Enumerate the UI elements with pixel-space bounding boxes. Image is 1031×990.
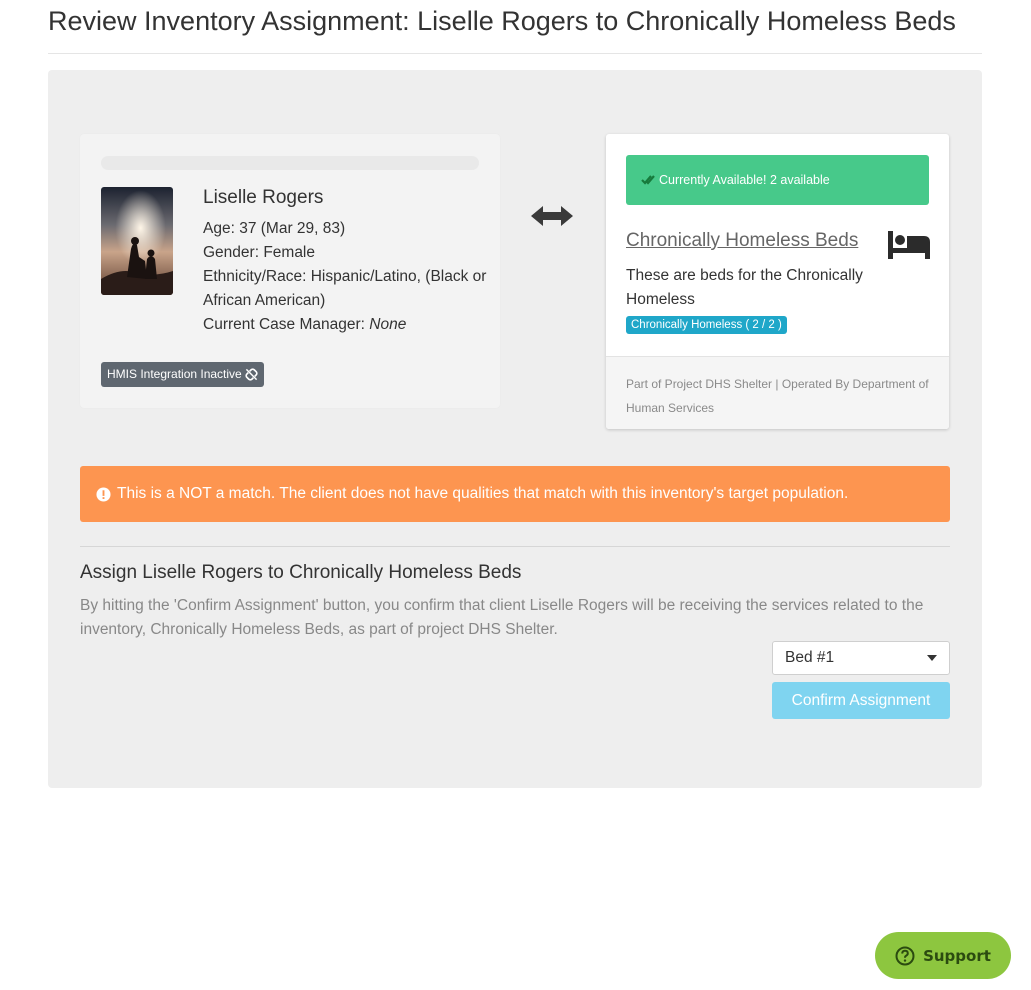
support-label: Support (923, 946, 991, 965)
client-case-manager: Current Case Manager: None (203, 313, 488, 337)
section-divider (80, 546, 950, 547)
client-info: Liselle Rogers Age: 37 (Mar 29, 83) Gend… (203, 186, 488, 337)
hmis-integration-badge: HMIS Integration Inactive (101, 362, 264, 387)
question-circle-icon (895, 946, 915, 965)
double-arrow-icon (531, 206, 573, 226)
target-population-badge: Chronically Homeless ( 2 / 2 ) (626, 316, 787, 334)
client-name: Liselle Rogers (203, 187, 324, 208)
assign-description: By hitting the 'Confirm Assignment' butt… (80, 597, 924, 638)
not-a-match-alert: This is a NOT a match. The client does n… (80, 466, 950, 522)
case-manager-value: None (369, 316, 407, 333)
client-card: Liselle Rogers Age: 37 (Mar 29, 83) Gend… (80, 134, 500, 408)
page-title: Review Inventory Assignment: Liselle Rog… (48, 6, 956, 36)
inventory-card: Currently Available! 2 available Chronic… (606, 134, 949, 429)
gender-label: Gender: (203, 244, 264, 261)
gender-value: Female (263, 244, 315, 261)
double-check-icon (641, 175, 655, 185)
ethnicity-label: Ethnicity/Race: (203, 268, 311, 285)
alert-text: This is a NOT a match. The client does n… (117, 485, 849, 502)
inventory-name-link[interactable]: Chronically Homeless Beds (626, 230, 858, 252)
confirm-assignment-button[interactable]: Confirm Assignment (772, 682, 950, 719)
age-label: Age: (203, 220, 240, 237)
assign-heading: Assign Liselle Rogers to Chronically Hom… (80, 562, 522, 583)
support-button[interactable]: Support (875, 932, 1011, 979)
client-age: Age: 37 (Mar 29, 83) (203, 217, 488, 241)
case-manager-label: Current Case Manager: (203, 316, 370, 333)
chevron-down-icon (927, 655, 937, 661)
inventory-footer: Part of Project DHS Shelter | Operated B… (606, 356, 949, 429)
availability-banner: Currently Available! 2 available (626, 155, 929, 205)
hmis-badge-label: HMIS Integration Inactive (107, 367, 242, 381)
availability-text: Currently Available! 2 available (659, 173, 830, 187)
client-gender: Gender: Female (203, 241, 488, 265)
exclamation-circle-icon (96, 486, 111, 502)
inventory-description: These are beds for the Chronically Homel… (626, 267, 863, 308)
title-divider (48, 53, 982, 54)
bed-select-dropdown[interactable]: Bed #1 (772, 641, 950, 675)
client-avatar (101, 187, 173, 295)
age-value: 37 (Mar 29, 83) (239, 220, 346, 237)
client-ethnicity: Ethnicity/Race: Hispanic/Latino, (Black … (203, 265, 488, 313)
bed-select-value: Bed #1 (785, 649, 835, 666)
unlink-icon (245, 368, 258, 381)
loading-placeholder-bar (101, 156, 479, 170)
bed-icon (888, 231, 930, 259)
